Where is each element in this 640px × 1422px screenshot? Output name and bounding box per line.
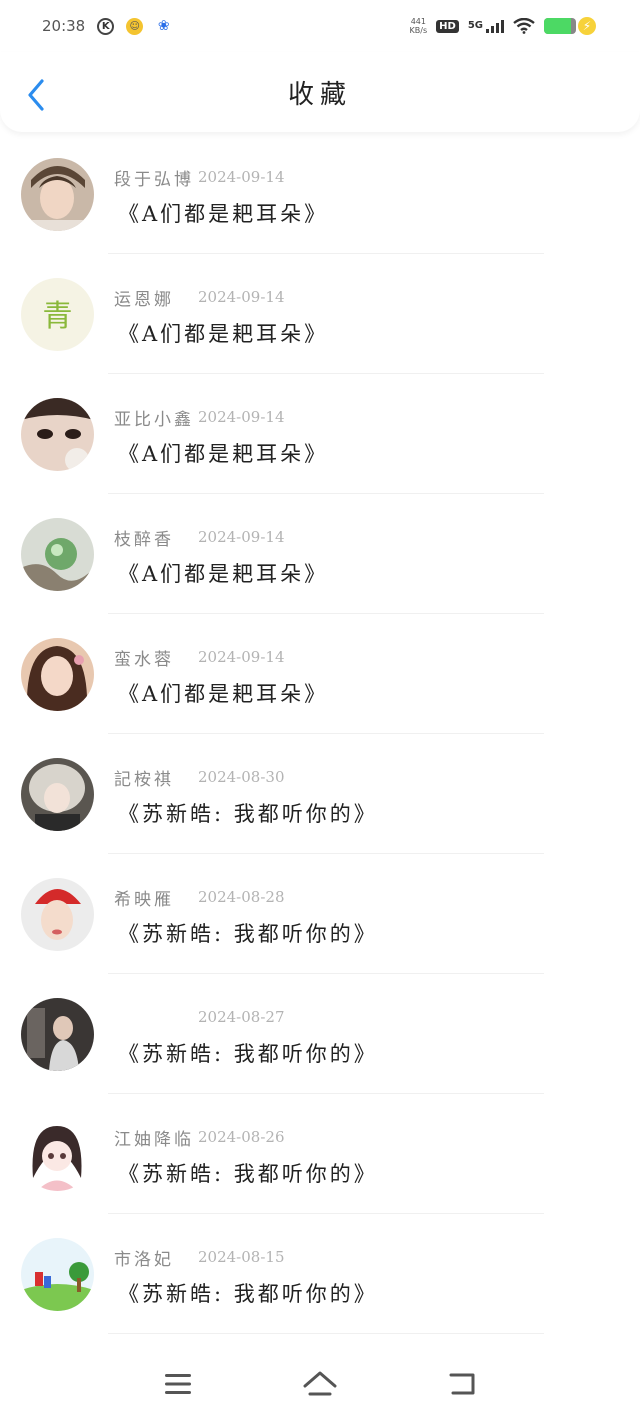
list-item[interactable]: 江妯降临 2024-08-26 《苏新皓: 我都听你的》 xyxy=(0,1094,640,1214)
divider xyxy=(108,1333,544,1334)
avatar[interactable] xyxy=(21,518,94,591)
item-meta: 希映雁 2024-08-28 xyxy=(114,884,284,910)
item-meta: 亚比小鑫 2024-09-14 xyxy=(114,404,284,430)
home-button[interactable] xyxy=(300,1366,340,1402)
menu-button[interactable] xyxy=(158,1366,198,1402)
story-title[interactable]: 《苏新皓: 我都听你的》 xyxy=(118,1278,378,1308)
back-nav-button[interactable] xyxy=(442,1366,482,1402)
story-title[interactable]: 《A们都是耙耳朵》 xyxy=(118,678,328,708)
username[interactable]: 記桉祺 xyxy=(114,765,198,790)
item-meta: 2024-08-27 xyxy=(114,1004,284,1030)
story-title[interactable]: 《A们都是耙耳朵》 xyxy=(118,198,328,228)
username[interactable]: 市洛妃 xyxy=(114,1245,198,1270)
status-time: 20:38 xyxy=(42,17,86,35)
list-item[interactable]: 青 运恩娜 2024-09-14 《A们都是耙耳朵》 xyxy=(0,254,640,374)
charging-icon: ⚡ xyxy=(578,17,596,35)
list-item[interactable]: 枝醉香 2024-09-14 《A们都是耙耳朵》 xyxy=(0,494,640,614)
list-item[interactable]: 市洛妃 2024-08-15 《苏新皓: 我都听你的》 xyxy=(0,1214,640,1334)
favorites-list: 段于弘博 2024-09-14 《A们都是耙耳朵》 青 运恩娜 2024-09-… xyxy=(0,134,640,1334)
bottom-nav xyxy=(0,1346,640,1422)
signal-label: 5G xyxy=(467,19,483,31)
avatar[interactable]: 青 xyxy=(21,278,94,351)
username[interactable]: 希映雁 xyxy=(114,885,198,910)
date: 2024-09-14 xyxy=(198,648,285,666)
avatar[interactable] xyxy=(21,638,94,711)
item-meta: 市洛妃 2024-08-15 xyxy=(114,1244,284,1270)
story-title[interactable]: 《苏新皓: 我都听你的》 xyxy=(118,798,378,828)
username[interactable]: 江妯降临 xyxy=(114,1125,198,1150)
list-item[interactable]: 段于弘博 2024-09-14 《A们都是耙耳朵》 xyxy=(0,134,640,254)
status-bar: 20:38 K ☺ ❀ 441 KB/s HD 5G ⚡ xyxy=(0,0,640,52)
date: 2024-08-26 xyxy=(198,1128,285,1146)
story-title[interactable]: 《A们都是耙耳朵》 xyxy=(118,318,328,348)
avatar-calligraphy: 青 xyxy=(43,299,73,334)
page-title: 收藏 xyxy=(287,79,352,110)
item-meta: 江妯降临 2024-08-26 xyxy=(114,1124,284,1150)
avatar[interactable] xyxy=(21,1238,94,1311)
date: 2024-09-14 xyxy=(198,288,285,306)
story-title[interactable]: 《苏新皓: 我都听你的》 xyxy=(118,1158,378,1188)
back-icon xyxy=(449,1373,475,1395)
username[interactable]: 蛮水蓉 xyxy=(114,645,198,670)
signal-icon: 5G xyxy=(467,19,504,33)
list-item[interactable]: 2024-08-27 《苏新皓: 我都听你的》 xyxy=(0,974,640,1094)
story-title[interactable]: 《苏新皓: 我都听你的》 xyxy=(118,1038,378,1068)
hd-badge: HD xyxy=(436,19,459,33)
menu-icon xyxy=(165,1374,191,1394)
date: 2024-08-30 xyxy=(198,768,285,786)
k-icon: K xyxy=(97,17,115,35)
date: 2024-08-15 xyxy=(198,1248,285,1266)
net-speed: 441 KB/s xyxy=(410,17,428,35)
list-item[interactable]: 蛮水蓉 2024-09-14 《A们都是耙耳朵》 xyxy=(0,614,640,734)
avatar[interactable] xyxy=(21,878,94,951)
back-button[interactable] xyxy=(22,78,50,112)
chevron-left-icon xyxy=(28,79,44,111)
net-speed-value: 441 xyxy=(410,17,426,26)
item-meta: 运恩娜 2024-09-14 xyxy=(114,284,284,310)
username[interactable]: 亚比小鑫 xyxy=(114,405,198,430)
header: 收藏 xyxy=(0,52,640,132)
username[interactable]: 运恩娜 xyxy=(114,285,198,310)
wifi-icon xyxy=(513,18,535,34)
story-title[interactable]: 《A们都是耙耳朵》 xyxy=(118,558,328,588)
item-meta: 枝醉香 2024-09-14 xyxy=(114,524,284,550)
list-item[interactable]: 希映雁 2024-08-28 《苏新皓: 我都听你的》 xyxy=(0,854,640,974)
list-item[interactable]: 記桉祺 2024-08-30 《苏新皓: 我都听你的》 xyxy=(0,734,640,854)
face-app-icon: ☺ xyxy=(126,17,144,35)
home-icon xyxy=(303,1371,337,1396)
status-right: 441 KB/s HD 5G ⚡ xyxy=(410,17,596,35)
story-title[interactable]: 《A们都是耙耳朵》 xyxy=(118,438,328,468)
item-meta: 蛮水蓉 2024-09-14 xyxy=(114,644,284,670)
avatar[interactable] xyxy=(21,398,94,471)
avatar[interactable] xyxy=(21,158,94,231)
date: 2024-09-14 xyxy=(198,168,285,186)
net-speed-unit: KB/s xyxy=(409,26,428,35)
date: 2024-08-27 xyxy=(198,1008,285,1026)
avatar[interactable] xyxy=(21,1118,94,1191)
item-meta: 段于弘博 2024-09-14 xyxy=(114,164,284,190)
status-left: 20:38 K ☺ ❀ xyxy=(42,17,172,35)
battery-icon: ⚡ xyxy=(544,17,596,35)
username[interactable]: 枝醉香 xyxy=(114,525,198,550)
date: 2024-08-28 xyxy=(198,888,285,906)
date: 2024-09-14 xyxy=(198,528,285,546)
story-title[interactable]: 《苏新皓: 我都听你的》 xyxy=(118,918,378,948)
date: 2024-09-14 xyxy=(198,408,285,426)
list-item[interactable]: 亚比小鑫 2024-09-14 《A们都是耙耳朵》 xyxy=(0,374,640,494)
paw-icon: ❀ xyxy=(157,18,170,34)
username[interactable]: 段于弘博 xyxy=(114,165,198,190)
avatar[interactable] xyxy=(21,758,94,831)
avatar[interactable] xyxy=(21,998,94,1071)
item-meta: 記桉祺 2024-08-30 xyxy=(114,764,284,790)
